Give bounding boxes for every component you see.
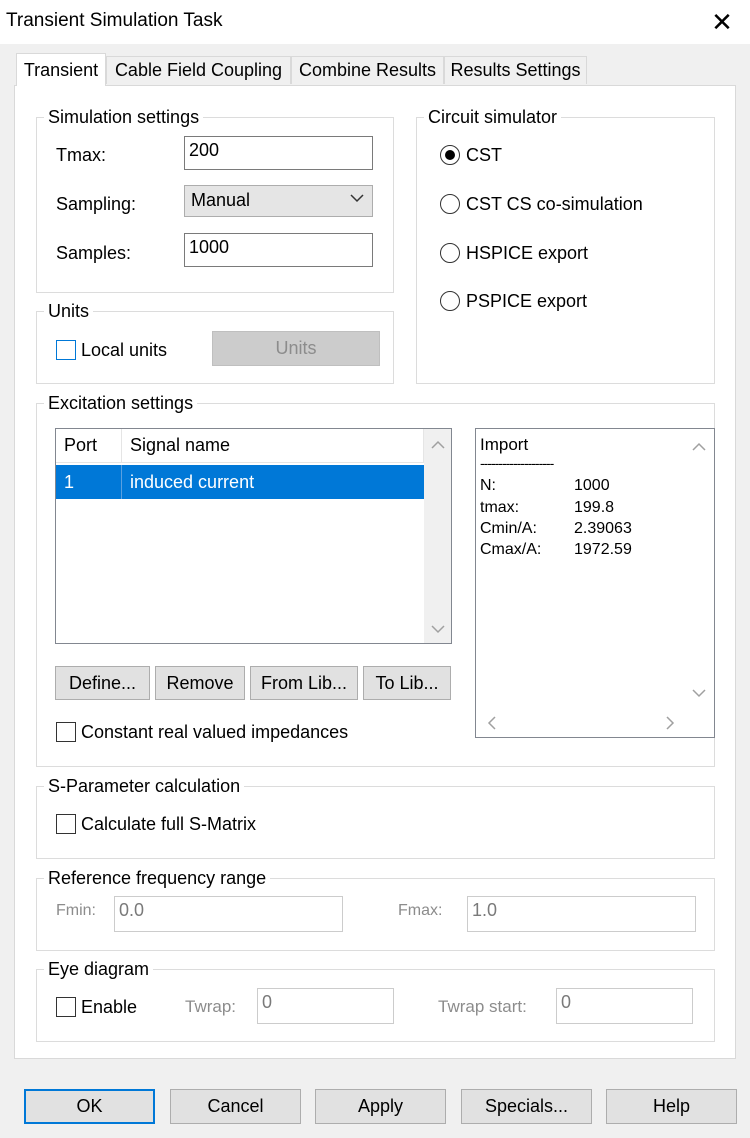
import-key-cmax: Cmax/A:	[480, 541, 542, 558]
cell-port: 1	[56, 465, 122, 499]
twrap-input[interactable]: 0	[257, 988, 394, 1024]
tab-combine-results[interactable]: Combine Results	[291, 56, 444, 84]
table-scrollbar[interactable]	[424, 429, 451, 643]
cancel-button[interactable]: Cancel	[170, 1089, 301, 1124]
sampling-label: Sampling:	[56, 194, 137, 214]
title-bar: Transient Simulation Task ✕	[0, 0, 750, 44]
eye-diagram-legend: Eye diagram	[44, 959, 154, 980]
tmax-label: Tmax:	[56, 145, 107, 165]
import-separator: --------------------	[480, 455, 554, 471]
radio-cst-cs-cosim-label: CST CS co-simulation	[466, 194, 643, 214]
specials-button[interactable]: Specials...	[461, 1089, 592, 1124]
constant-impedances-label: Constant real valued impedances	[81, 722, 349, 742]
port-table: Port Signal name 1 induced current	[55, 428, 452, 644]
remove-button[interactable]: Remove	[155, 666, 245, 700]
chevron-up-icon[interactable]	[686, 435, 712, 459]
table-row[interactable]: 1 induced current	[56, 465, 424, 499]
ref-freq-legend: Reference frequency range	[44, 868, 271, 889]
chevron-right-icon[interactable]	[658, 711, 682, 735]
fmax-input[interactable]: 1.0	[467, 896, 696, 932]
apply-button[interactable]: Apply	[315, 1089, 446, 1124]
radio-cst-label: CST	[466, 145, 502, 165]
sparam-legend: S-Parameter calculation	[44, 776, 245, 797]
sampling-dropdown[interactable]: Manual	[184, 185, 373, 217]
eye-enable-checkbox[interactable]	[56, 997, 76, 1017]
tab-transient[interactable]: Transient	[16, 53, 106, 86]
units-button[interactable]: Units	[212, 331, 380, 366]
fmin-label: Fmin:	[56, 902, 96, 919]
import-key-tmax: tmax:	[480, 499, 520, 516]
constant-impedances-checkbox[interactable]	[56, 722, 76, 742]
define-button[interactable]: Define...	[55, 666, 150, 700]
import-info-box: Import -------------------- N: 1000 tmax…	[475, 428, 715, 738]
radio-pspice-export-label: PSPICE export	[466, 291, 588, 311]
local-units-checkbox[interactable]	[56, 340, 76, 360]
import-key-n: N:	[480, 477, 496, 494]
twrap-label: Twrap:	[185, 997, 237, 1016]
samples-input[interactable]: 1000	[184, 233, 373, 267]
excitation-settings-legend: Excitation settings	[44, 393, 198, 414]
simulation-settings-legend: Simulation settings	[44, 107, 204, 128]
from-lib-button[interactable]: From Lib...	[250, 666, 358, 700]
window-title: Transient Simulation Task	[6, 10, 223, 31]
help-button[interactable]: Help	[606, 1089, 737, 1124]
sampling-value: Manual	[191, 190, 251, 210]
tmax-input[interactable]: 200	[184, 136, 373, 170]
radio-cst-cs-cosim[interactable]	[440, 194, 460, 214]
import-value-tmax: 199.8	[574, 499, 615, 516]
full-s-matrix-checkbox[interactable]	[56, 814, 76, 834]
close-icon[interactable]: ✕	[700, 0, 744, 44]
import-value-cmin: 2.39063	[574, 520, 632, 537]
twrap-start-label: Twrap start:	[438, 997, 527, 1016]
import-key-cmin: Cmin/A:	[480, 520, 537, 537]
eye-enable-label: Enable	[81, 997, 138, 1017]
local-units-label: Local units	[81, 340, 168, 360]
cell-signal-name: induced current	[130, 471, 255, 492]
column-header-port[interactable]: Port	[56, 429, 122, 463]
column-header-signal-name[interactable]: Signal name	[122, 429, 424, 463]
import-value-n: 1000	[574, 477, 610, 494]
import-title: Import	[480, 435, 529, 454]
chevron-left-icon[interactable]	[480, 711, 504, 735]
radio-hspice-export[interactable]	[440, 243, 460, 263]
twrap-start-input[interactable]: 0	[556, 988, 693, 1024]
ok-button[interactable]: OK	[24, 1089, 155, 1124]
full-s-matrix-label: Calculate full S-Matrix	[81, 814, 257, 834]
circuit-simulator-legend: Circuit simulator	[424, 107, 562, 128]
chevron-down-icon[interactable]	[424, 615, 451, 643]
radio-cst[interactable]	[440, 145, 460, 165]
import-value-cmax: 1972.59	[574, 541, 632, 558]
to-lib-button[interactable]: To Lib...	[363, 666, 451, 700]
tab-cable-field-coupling[interactable]: Cable Field Coupling	[106, 56, 291, 84]
chevron-down-icon	[350, 190, 364, 208]
fmax-label: Fmax:	[398, 902, 443, 919]
samples-label: Samples:	[56, 243, 132, 263]
tab-results-settings[interactable]: Results Settings	[444, 56, 587, 84]
units-legend: Units	[44, 301, 94, 322]
fmin-input[interactable]: 0.0	[114, 896, 343, 932]
chevron-down-icon[interactable]	[686, 681, 712, 705]
radio-pspice-export[interactable]	[440, 291, 460, 311]
chevron-up-icon[interactable]	[424, 431, 451, 459]
radio-hspice-export-label: HSPICE export	[466, 243, 589, 263]
